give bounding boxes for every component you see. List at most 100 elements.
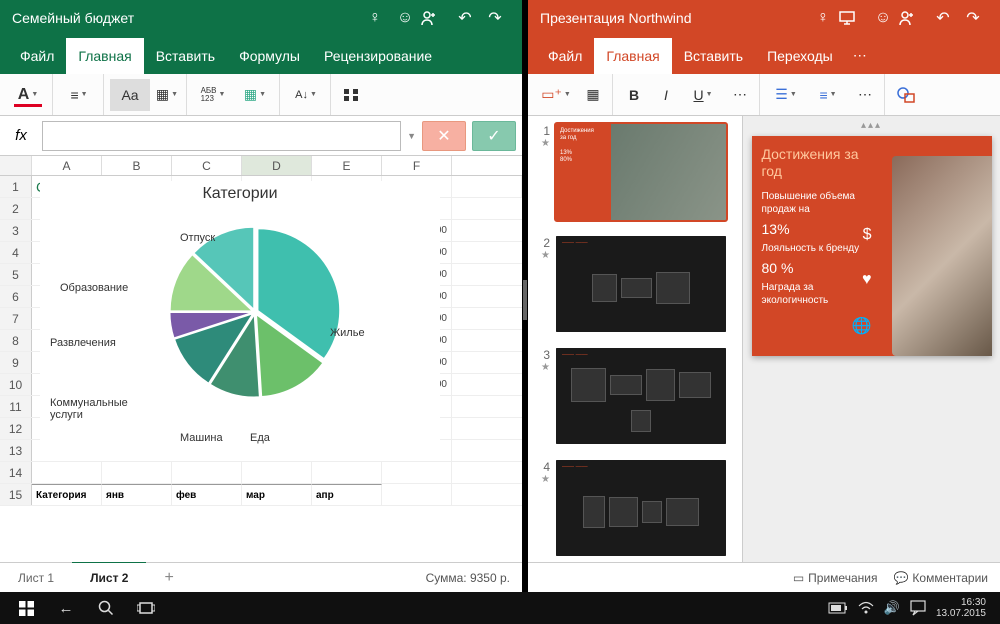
cell[interactable]: [452, 176, 522, 197]
cell[interactable]: [382, 462, 452, 483]
cell[interactable]: [382, 484, 452, 505]
notes-button[interactable]: ▭ Примечания: [793, 571, 878, 585]
formula-cancel-button[interactable]: ✕: [422, 121, 466, 151]
layout-button[interactable]: ▦: [578, 79, 608, 111]
split-divider[interactable]: [522, 0, 528, 592]
cell[interactable]: Категория: [32, 484, 102, 505]
align-button[interactable]: ≡▼: [59, 79, 99, 111]
col-D[interactable]: D: [242, 156, 312, 175]
pie-chart[interactable]: Категории ЖильеЕдаМашинаКоммунальные усл…: [40, 181, 440, 461]
para-more-button[interactable]: ⋯: [850, 79, 880, 111]
action-center-icon[interactable]: [910, 600, 926, 616]
new-slide-button[interactable]: ▭⁺▼: [536, 79, 576, 111]
undo-icon[interactable]: ↶: [450, 8, 480, 28]
tab-insert[interactable]: Вставить: [144, 38, 227, 74]
row-header[interactable]: 6: [0, 286, 32, 307]
col-A[interactable]: A: [32, 156, 102, 175]
cell[interactable]: апр: [312, 484, 382, 505]
row-header[interactable]: 2: [0, 198, 32, 219]
sheet-1[interactable]: Лист 1: [0, 563, 72, 593]
select-all-corner[interactable]: [0, 156, 32, 175]
row-header[interactable]: 1: [0, 176, 32, 197]
share-icon[interactable]: [420, 9, 450, 27]
wifi-icon[interactable]: [858, 601, 874, 615]
tell-me-icon[interactable]: ♀: [808, 9, 838, 27]
row-header[interactable]: 4: [0, 242, 32, 263]
row-header[interactable]: 13: [0, 440, 32, 461]
redo-icon[interactable]: ↷: [480, 8, 510, 28]
col-F[interactable]: F: [382, 156, 452, 175]
slide-thumb-4[interactable]: —— ——: [556, 460, 726, 556]
clock[interactable]: 16:30 13.07.2015: [936, 597, 986, 619]
slide-canvas[interactable]: ▴▴▴ Достижения за год Повышение объема п…: [743, 116, 1000, 562]
share-icon[interactable]: [898, 9, 928, 27]
panel-handle[interactable]: ▴▴▴: [861, 120, 882, 131]
bullets-button[interactable]: ☰▼: [766, 79, 806, 111]
back-button[interactable]: ←: [46, 592, 86, 624]
row-header[interactable]: 15: [0, 484, 32, 505]
tab-transitions[interactable]: Переходы: [755, 38, 845, 74]
undo-icon[interactable]: ↶: [928, 8, 958, 28]
cell[interactable]: мар: [242, 484, 312, 505]
border-button[interactable]: ▦▼: [152, 79, 182, 111]
sheet-2[interactable]: Лист 2: [72, 561, 146, 593]
cell[interactable]: [242, 462, 312, 483]
redo-icon[interactable]: ↷: [958, 8, 988, 28]
slide-thumb-2[interactable]: —— ——: [556, 236, 726, 332]
row-header[interactable]: 9: [0, 352, 32, 373]
tab-home[interactable]: Главная: [594, 38, 671, 74]
tab-home[interactable]: Главная: [66, 38, 143, 74]
numbering-button[interactable]: ≡▼: [808, 79, 848, 111]
smile-icon[interactable]: ☺: [390, 9, 420, 27]
col-B[interactable]: B: [102, 156, 172, 175]
row-header[interactable]: 10: [0, 374, 32, 395]
underline-button[interactable]: U▼: [683, 79, 723, 111]
number-format-button[interactable]: АБВ123▼: [193, 79, 233, 111]
case-button[interactable]: Aa: [110, 79, 150, 111]
tell-me-icon[interactable]: ♀: [360, 9, 390, 27]
sort-filter-button[interactable]: A↓▼: [286, 79, 326, 111]
formula-ok-button[interactable]: ✓: [472, 121, 516, 151]
present-icon[interactable]: [838, 10, 868, 26]
tab-review[interactable]: Рецензирование: [312, 38, 444, 74]
add-sheet-button[interactable]: +: [146, 563, 191, 593]
cell[interactable]: [312, 462, 382, 483]
row-header[interactable]: 11: [0, 396, 32, 417]
font-color-button[interactable]: A▼: [8, 79, 48, 111]
volume-icon[interactable]: 🔊: [884, 600, 900, 616]
font-more-button[interactable]: ⋯: [725, 79, 755, 111]
slide-thumb-1[interactable]: Достиженияза год13%80%: [556, 124, 726, 220]
start-button[interactable]: [6, 592, 46, 624]
col-E[interactable]: E: [312, 156, 382, 175]
current-slide[interactable]: Достижения за год Повышение объема прода…: [752, 136, 992, 356]
cell[interactable]: [32, 462, 102, 483]
smile-icon[interactable]: ☺: [868, 9, 898, 27]
search-button[interactable]: [86, 592, 126, 624]
formula-input[interactable]: [42, 121, 401, 151]
task-view-button[interactable]: [126, 592, 166, 624]
battery-icon[interactable]: [828, 602, 848, 614]
row-header[interactable]: 12: [0, 418, 32, 439]
fx-label[interactable]: fx: [6, 127, 36, 144]
tab-file[interactable]: Файл: [8, 38, 66, 74]
more-tabs[interactable]: ⋯: [845, 37, 875, 74]
tab-insert[interactable]: Вставить: [672, 38, 755, 74]
slide-thumb-3[interactable]: —— ——: [556, 348, 726, 444]
cell[interactable]: фев: [172, 484, 242, 505]
cell[interactable]: [102, 462, 172, 483]
tab-file[interactable]: Файл: [536, 38, 594, 74]
row-header[interactable]: 14: [0, 462, 32, 483]
find-button[interactable]: [337, 79, 367, 111]
row-header[interactable]: 8: [0, 330, 32, 351]
spreadsheet-grid[interactable]: A B C D E F 1Семейный бюджет23200 000419…: [0, 156, 522, 562]
comments-button[interactable]: 💬 Комментарии: [893, 571, 988, 585]
shapes-button[interactable]: [891, 79, 921, 111]
row-header[interactable]: 7: [0, 308, 32, 329]
row-header[interactable]: 5: [0, 264, 32, 285]
row-header[interactable]: 3: [0, 220, 32, 241]
bold-button[interactable]: B: [619, 79, 649, 111]
cell[interactable]: [172, 462, 242, 483]
table-button[interactable]: ▦▼: [235, 79, 275, 111]
cell[interactable]: янв: [102, 484, 172, 505]
col-C[interactable]: C: [172, 156, 242, 175]
